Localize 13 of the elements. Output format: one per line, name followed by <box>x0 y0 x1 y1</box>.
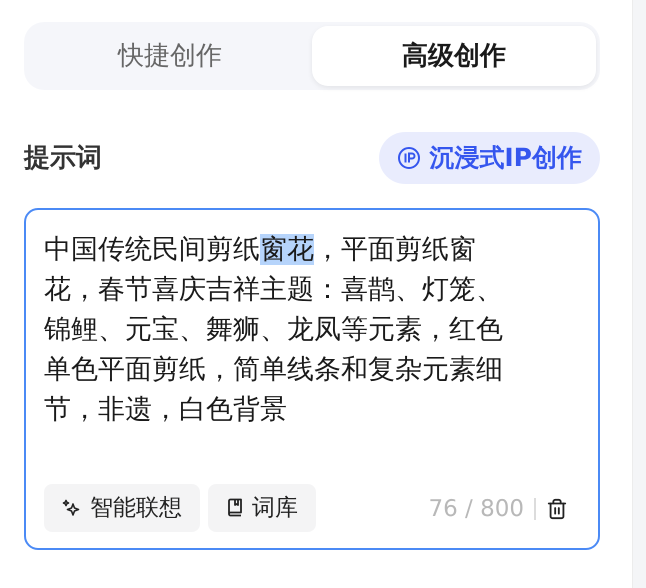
prompt-text: 中国传统民间剪纸窗花，平面剪纸窗花，春节喜庆吉祥主题：喜鹊、灯笼、锦鲤、元宝、舞狮、龙凤等元素，红色单色平面剪纸，简单线条和复杂元素细节，非遗，白色背景 <box>44 233 504 427</box>
immersive-ip-button[interactable]: 沉浸式IP创作 <box>379 132 600 184</box>
section-label: 提示词 <box>24 142 102 174</box>
prompt-tool-button[interactable]: 词库 <box>208 484 316 532</box>
ip-badge-icon <box>397 146 422 170</box>
book-icon <box>226 498 244 518</box>
mode-tab[interactable]: 快捷创作 <box>28 26 312 86</box>
mode-tab[interactable]: 高级创作 <box>312 26 596 86</box>
delete-icon[interactable] <box>546 498 568 520</box>
prompt-tool-button[interactable]: 智能联想 <box>44 484 200 532</box>
prompt-field[interactable]: 中国传统民间剪纸窗花，平面剪纸窗花，春节喜庆吉祥主题：喜鹊、灯笼、锦鲤、元宝、舞狮、龙凤等元素，红色单色平面剪纸，简单线条和复杂元素细节，非遗，白色背景 智能联想 词库 76 / 800 <box>24 208 600 550</box>
sparkle-icon <box>62 498 82 518</box>
character-counter: 76 / 800 <box>428 494 524 524</box>
